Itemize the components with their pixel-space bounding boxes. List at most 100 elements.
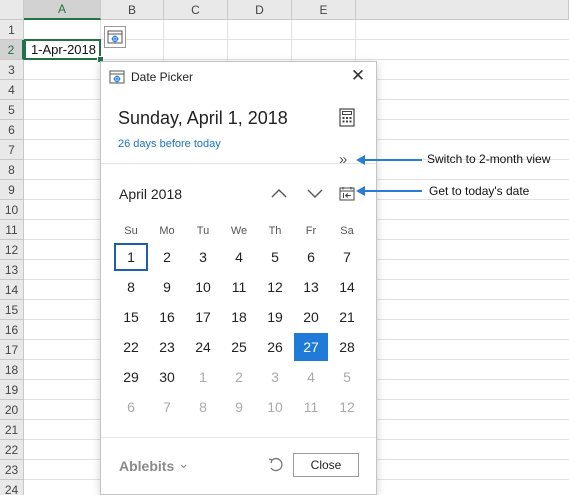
calendar-day-other-month[interactable]: 3	[258, 363, 292, 391]
annotation-arrow	[364, 159, 422, 161]
calendar-day[interactable]: 14	[330, 273, 364, 301]
weekday-header: Tu	[196, 225, 210, 237]
go-to-today-icon[interactable]	[339, 186, 355, 202]
calendar-day-other-month[interactable]: 5	[330, 363, 364, 391]
calendar-day[interactable]: 3	[186, 243, 220, 271]
calendar-day[interactable]: 25	[222, 333, 256, 361]
month-label[interactable]: April 2018	[119, 186, 182, 202]
row-header-23[interactable]: 23	[0, 460, 24, 480]
column-header-c[interactable]: C	[164, 0, 228, 20]
row-header-19[interactable]: 19	[0, 380, 24, 400]
calendar-day[interactable]: 10	[186, 273, 220, 301]
calendar-day-other-month[interactable]: 7	[150, 393, 184, 421]
row-header-17[interactable]: 17	[0, 340, 24, 360]
weekday-header: Mo	[159, 225, 175, 237]
row-header-3[interactable]: 3	[0, 60, 24, 80]
ablebits-menu-button[interactable]: Ablebits ⌄	[119, 456, 190, 475]
row-header-16[interactable]: 16	[0, 320, 24, 340]
row-header-24[interactable]: 24	[0, 480, 24, 495]
row-header-6[interactable]: 6	[0, 120, 24, 140]
calendar-day[interactable]: 27	[294, 333, 328, 361]
calendar-day[interactable]: 18	[222, 303, 256, 331]
calendar-day[interactable]: 11	[222, 273, 256, 301]
select-all-corner[interactable]	[0, 0, 24, 20]
calendar-day[interactable]: 29	[114, 363, 148, 391]
column-header-e[interactable]: E	[292, 0, 356, 20]
row-header-9[interactable]: 9	[0, 180, 24, 200]
calendar-day-other-month[interactable]: 11	[294, 393, 328, 421]
calendar-day[interactable]: 16	[150, 303, 184, 331]
calendar-day[interactable]: 22	[114, 333, 148, 361]
two-month-view-button[interactable]: »	[339, 151, 347, 168]
relative-date-text: 26 days before today	[118, 138, 221, 150]
calendar-day-other-month[interactable]: 2	[222, 363, 256, 391]
active-cell-a2[interactable]: 1-Apr-2018	[24, 39, 101, 60]
calendar-day-other-month[interactable]: 12	[330, 393, 364, 421]
date-picker-dialog: Date Picker ✕ Sunday, April 1, 2018 26 d…	[100, 61, 377, 495]
chevron-down-icon[interactable]	[305, 184, 325, 202]
calendar-day[interactable]: 7	[330, 243, 364, 271]
calendar-day[interactable]: 20	[294, 303, 328, 331]
calendar-day[interactable]: 6	[294, 243, 328, 271]
weekday-header: Th	[268, 225, 282, 237]
calendar-day[interactable]: 12	[258, 273, 292, 301]
chevron-up-icon[interactable]	[269, 184, 289, 202]
row-header-5[interactable]: 5	[0, 100, 24, 120]
row-header-1[interactable]: 1	[0, 20, 24, 40]
calendar-day[interactable]: 24	[186, 333, 220, 361]
row-header-14[interactable]: 14	[0, 280, 24, 300]
column-header-b[interactable]: B	[101, 0, 164, 20]
row-header-18[interactable]: 18	[0, 360, 24, 380]
date-picker-cell-icon[interactable]	[104, 26, 126, 48]
calendar-day[interactable]: 30	[150, 363, 184, 391]
calendar-day[interactable]: 8	[114, 273, 148, 301]
calendar-day-other-month[interactable]: 1	[186, 363, 220, 391]
row-header-22[interactable]: 22	[0, 440, 24, 460]
calendar-day[interactable]: 4	[222, 243, 256, 271]
calendar-day-other-month[interactable]: 6	[114, 393, 148, 421]
calendar-day[interactable]: 2	[150, 243, 184, 271]
row-header-15[interactable]: 15	[0, 300, 24, 320]
row-header-13[interactable]: 13	[0, 260, 24, 280]
calendar-day-other-month[interactable]: 8	[186, 393, 220, 421]
undo-icon[interactable]	[267, 456, 285, 474]
row-header-21[interactable]: 21	[0, 420, 24, 440]
close-button[interactable]: Close	[293, 453, 359, 477]
calendar-day[interactable]: 23	[150, 333, 184, 361]
calendar-day-other-month[interactable]: 10	[258, 393, 292, 421]
annotation-arrow	[364, 190, 422, 192]
row-header-12[interactable]: 12	[0, 240, 24, 260]
column-header-d[interactable]: D	[228, 0, 292, 20]
row-header-20[interactable]: 20	[0, 400, 24, 420]
close-icon[interactable]: ✕	[349, 67, 367, 85]
calendar-day[interactable]: 15	[114, 303, 148, 331]
calendar-day[interactable]: 1	[114, 243, 148, 271]
annotation-today: Get to today's date	[429, 184, 530, 198]
calendar-day[interactable]: 19	[258, 303, 292, 331]
divider	[101, 437, 376, 438]
row-header-7[interactable]: 7	[0, 140, 24, 160]
date-picker-icon	[107, 30, 123, 44]
calendar-day[interactable]: 26	[258, 333, 292, 361]
annotation-two-month-view: Switch to 2-month view	[427, 152, 551, 166]
row-gridline	[24, 59, 569, 60]
weekday-header: Sa	[340, 225, 354, 237]
row-header-11[interactable]: 11	[0, 220, 24, 240]
weekday-header: We	[230, 225, 248, 237]
calendar-day[interactable]: 13	[294, 273, 328, 301]
row-header-2[interactable]: 2	[0, 40, 24, 60]
calendar-day-other-month[interactable]: 4	[294, 363, 328, 391]
row-header-8[interactable]: 8	[0, 160, 24, 180]
calendar-day[interactable]: 17	[186, 303, 220, 331]
row-header-4[interactable]: 4	[0, 80, 24, 100]
calendar-day[interactable]: 21	[330, 303, 364, 331]
calendar-day[interactable]: 9	[150, 273, 184, 301]
weekday-header: Su	[124, 225, 138, 237]
calculator-icon[interactable]	[339, 108, 355, 127]
row-header-10[interactable]: 10	[0, 200, 24, 220]
calendar-day[interactable]: 28	[330, 333, 364, 361]
calendar-day-other-month[interactable]: 9	[222, 393, 256, 421]
column-header-a[interactable]: A	[24, 0, 101, 20]
calendar-day[interactable]: 5	[258, 243, 292, 271]
chevron-down-icon: ⌄	[178, 456, 190, 471]
